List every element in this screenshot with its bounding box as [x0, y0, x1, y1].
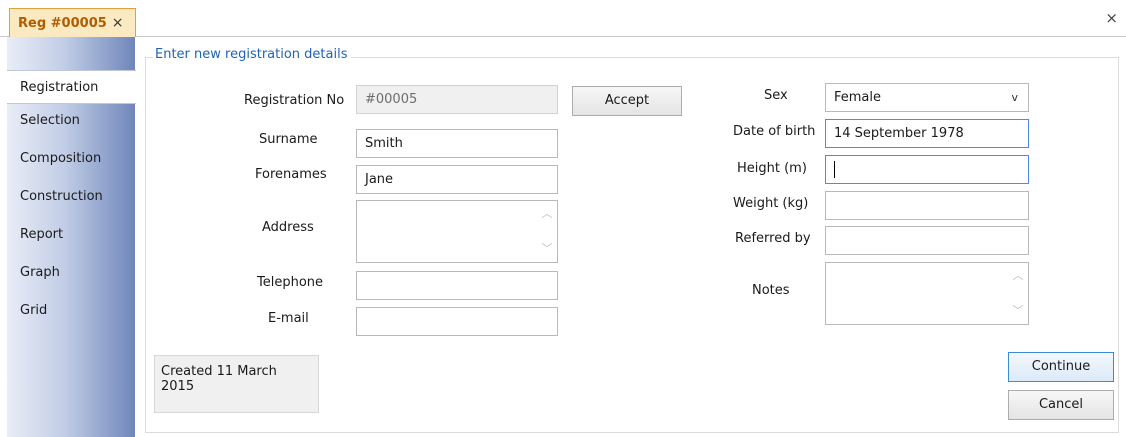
text-caret	[834, 161, 835, 178]
date-of-birth-field[interactable]: 14 September 1978	[825, 119, 1029, 148]
forenames-field[interactable]: Jane	[356, 165, 558, 194]
telephone-label: Telephone	[257, 275, 324, 290]
tab-close-icon[interactable]: ×	[112, 15, 124, 31]
referred-by-field[interactable]	[825, 226, 1029, 255]
email-field[interactable]	[356, 307, 558, 336]
registration-no-field: #00005	[356, 85, 558, 114]
window-close-icon[interactable]: ×	[1105, 9, 1118, 27]
created-date-text: Created 11 March 2015	[161, 364, 277, 394]
chevron-down-icon[interactable]: ﹀	[1012, 305, 1024, 317]
sidebar-item-registration[interactable]: Registration	[7, 70, 136, 104]
sex-select[interactable]: Female v	[825, 83, 1029, 112]
sidebar-item-composition[interactable]: Composition	[7, 142, 135, 176]
accept-button[interactable]: Accept	[572, 86, 682, 116]
height-label: Height (m)	[737, 161, 807, 176]
notes-label: Notes	[752, 283, 790, 298]
cancel-button[interactable]: Cancel	[1008, 390, 1114, 420]
telephone-field[interactable]	[356, 271, 558, 300]
sidebar-item-graph[interactable]: Graph	[7, 256, 135, 290]
height-field[interactable]	[825, 155, 1029, 184]
group-title: Enter new registration details	[153, 47, 352, 62]
weight-label: Weight (kg)	[733, 196, 809, 211]
chevron-down-icon[interactable]: v	[1011, 84, 1018, 111]
notes-textarea[interactable]: ︿ ﹀	[825, 262, 1029, 325]
sidebar-item-selection[interactable]: Selection	[7, 104, 135, 138]
surname-field[interactable]: Smith	[356, 129, 558, 158]
sidebar-item-report[interactable]: Report	[7, 218, 135, 252]
tab-registration-record[interactable]: Reg #00005 ×	[9, 8, 136, 37]
chevron-up-icon[interactable]: ︿	[541, 208, 553, 220]
continue-button[interactable]: Continue	[1008, 352, 1114, 382]
registration-no-label: Registration No	[244, 93, 345, 108]
forenames-label: Forenames	[255, 167, 327, 182]
referred-by-label: Referred by	[735, 231, 811, 246]
created-info-box: Created 11 March 2015	[154, 355, 319, 413]
tab-strip: Reg #00005 × ×	[0, 0, 1126, 37]
chevron-up-icon[interactable]: ︿	[1012, 270, 1024, 282]
date-of-birth-label: Date of birth	[733, 124, 816, 139]
address-label: Address	[262, 220, 314, 235]
address-textarea[interactable]: ︿ ﹀	[356, 200, 558, 263]
tab-title: Reg #00005	[18, 15, 107, 31]
chevron-down-icon[interactable]: ﹀	[541, 243, 553, 255]
surname-label: Surname	[259, 132, 318, 147]
sidebar-item-grid[interactable]: Grid	[7, 294, 135, 328]
sidebar-item-construction[interactable]: Construction	[7, 180, 135, 214]
sex-label: Sex	[764, 88, 788, 103]
sidebar: Registration Selection Composition Const…	[7, 37, 136, 437]
email-label: E-mail	[268, 311, 309, 326]
sex-selected-value: Female	[834, 90, 882, 105]
weight-field[interactable]	[825, 191, 1029, 220]
